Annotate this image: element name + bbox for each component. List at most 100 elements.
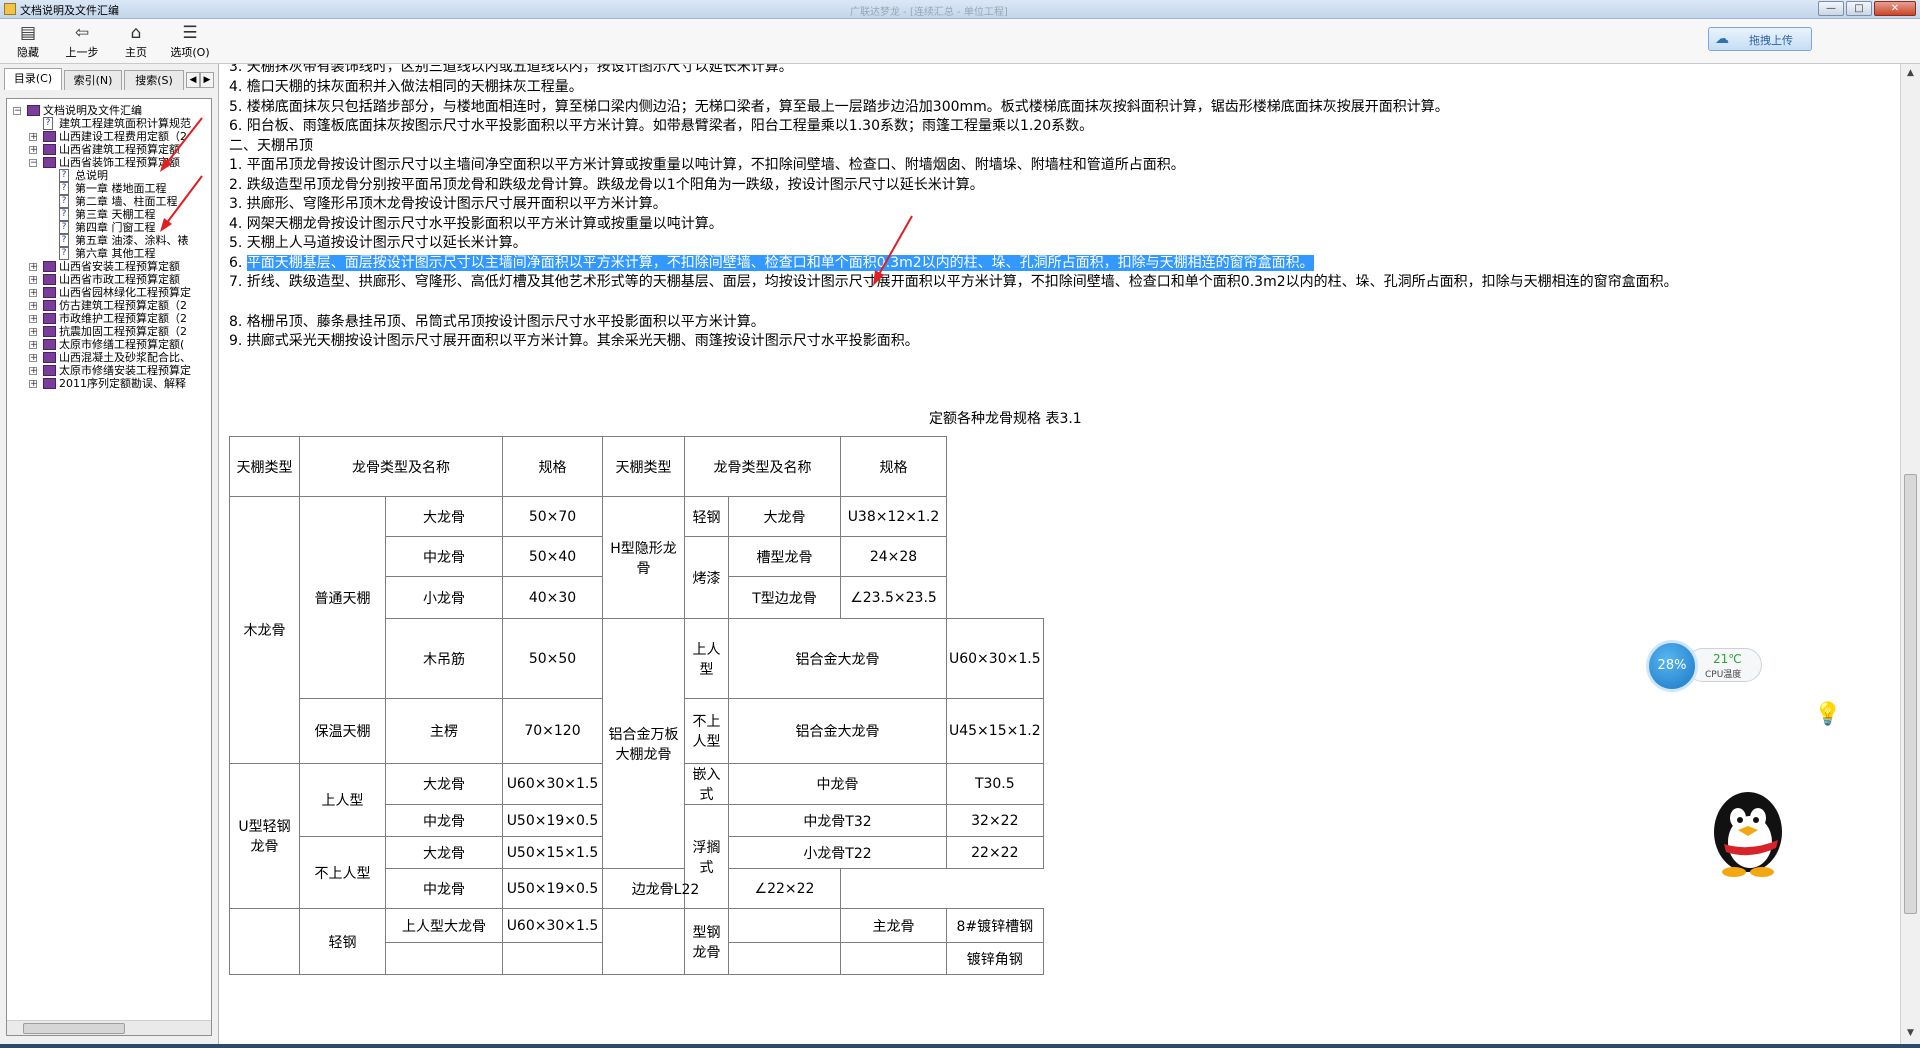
cpu-temp-label: CPU温度 (1705, 670, 1742, 680)
book-icon (43, 313, 56, 324)
table-cell: T型边龙骨 (728, 576, 841, 619)
hide-icon: ▤ (19, 23, 37, 43)
tab-scroll-left-icon[interactable]: ◀ (186, 72, 200, 88)
options-label: 选项(O) (170, 46, 210, 59)
table-cell: 大龙骨 (385, 763, 503, 805)
expand-icon[interactable]: + (29, 263, 38, 272)
collapse-icon[interactable]: − (29, 159, 38, 168)
keel-spec-table: 天棚类型 龙骨类型及名称 规格 天棚类型 龙骨类型及名称 规格 木龙骨 普通天棚… (229, 436, 1044, 975)
scroll-thumb[interactable] (1904, 474, 1917, 914)
expand-icon[interactable]: + (29, 367, 38, 376)
text-line: 5. 天棚上人马道按设计图示尺寸以延长米计算。 (229, 235, 527, 251)
options-button[interactable]: ☰ 选项(O) (164, 22, 216, 62)
selected-text[interactable]: 平面天棚基层、面层按设计图示尺寸以主墙间净面积以平方米计算，不扣除间壁墙、检查口… (246, 255, 1314, 271)
cpu-usage-badge: 28% (1646, 640, 1698, 692)
tree-horizontal-scrollbar[interactable] (7, 1020, 211, 1035)
table-cell: 保温天棚 (299, 698, 386, 764)
table-cell: 50×70 (502, 496, 603, 537)
table-cell: 轻钢 (299, 908, 386, 975)
tree-scroll-thumb[interactable] (23, 1023, 125, 1034)
expand-icon[interactable]: + (29, 354, 38, 363)
table-cell: 轻钢 (684, 496, 729, 537)
table-cell: U50×19×0.5 (502, 868, 603, 909)
home-button[interactable]: ⌂ 主页 (110, 22, 162, 62)
table-cell: ∠23.5×23.5 (840, 576, 947, 619)
options-icon: ☰ (182, 23, 198, 43)
table-cell: 大龙骨 (385, 496, 503, 537)
drag-upload-button[interactable]: ☁ 拖拽上传 (1708, 27, 1812, 51)
scroll-up-icon[interactable]: ▲ (1904, 66, 1917, 80)
table-cell (229, 908, 300, 975)
red-arrow-annotation-icon (160, 117, 203, 232)
table-cell: U60×30×1.5 (946, 618, 1044, 699)
tab-search[interactable]: 搜索(S) (124, 70, 184, 90)
table-cell: 木吊筋 (385, 618, 503, 699)
highlighted-line: 6. 平面天棚基层、面层按设计图示尺寸以主墙间净面积以平方米计算，不扣除间壁墙、… (229, 254, 1314, 272)
window-title: 文档说明及文件汇编 (20, 4, 119, 17)
close-button[interactable]: ✕ (1874, 1, 1916, 16)
text-line: 7. 折线、跌级造型、拱廊形、穹隆形、高低灯槽及其他艺术形式等的天棚基层、面层，… (229, 274, 1678, 290)
table-cell (602, 908, 685, 975)
cpu-monitor-widget[interactable]: 21℃ CPU温度 28% (1646, 640, 1762, 692)
minimize-button[interactable]: — (1818, 1, 1844, 16)
table-cell (728, 908, 841, 943)
table-cell: U型轻钢龙骨 (229, 763, 300, 909)
home-icon: ⌂ (130, 23, 142, 43)
expand-icon[interactable]: + (29, 146, 38, 155)
table-cell: 32×22 (946, 804, 1044, 837)
table-cell: 40×30 (502, 576, 603, 619)
table-cell: U38×12×1.2 (840, 496, 947, 537)
table-header: 天棚类型 (602, 436, 685, 497)
table-cell: U60×30×1.5 (502, 908, 603, 943)
expand-icon[interactable]: + (29, 380, 38, 389)
app-icon (4, 3, 16, 15)
table-cell: 上人型 (684, 618, 729, 699)
qq-penguin-icon[interactable] (1700, 786, 1796, 878)
table-cell: 不上人型 (684, 698, 729, 764)
book-icon (43, 144, 56, 155)
tab-scroll-right-icon[interactable]: ▶ (200, 72, 214, 88)
table-cell: 8#镀锌槽钢 (946, 908, 1044, 943)
table-cell: U50×19×0.5 (502, 804, 603, 837)
book-icon (43, 274, 56, 285)
table-cell: 22×22 (946, 836, 1044, 869)
scroll-down-icon[interactable]: ▼ (1904, 1026, 1917, 1040)
background-window-title: 广联达梦龙 - [连续汇总 - 单位工程] (850, 7, 1008, 18)
table-cell: 不上人型 (299, 836, 386, 909)
lightbulb-icon[interactable]: 💡 (1814, 702, 1841, 732)
collapse-icon[interactable]: − (13, 107, 22, 116)
expand-icon[interactable]: + (29, 276, 38, 285)
table-cell: 中龙骨 (385, 536, 503, 577)
expand-icon[interactable]: + (29, 289, 38, 298)
maximize-button[interactable]: □ (1846, 1, 1872, 16)
table-cell: 主楞 (385, 698, 503, 764)
text-line: 6. 阳台板、雨篷板底面抹灰按图示尺寸水平投影面积以平方米计算。如带悬臂梁者，阳… (229, 118, 1094, 134)
expand-icon[interactable]: + (29, 328, 38, 337)
table-cell (728, 942, 841, 975)
back-icon: ⇦ (74, 23, 90, 43)
table-cell: 铝合金万板大棚龙骨 (602, 618, 685, 869)
table-cell: 中龙骨 (385, 868, 503, 909)
table-header: 天棚类型 (229, 436, 300, 497)
text-line: 3. 拱廊形、穹隆形吊顶木龙骨按设计图示尺寸展开面积以平方米计算。 (229, 196, 667, 212)
expand-icon[interactable]: + (29, 133, 38, 142)
expand-icon[interactable]: + (29, 302, 38, 311)
tab-contents[interactable]: 目录(C) (4, 68, 62, 90)
hide-button[interactable]: ▤ 隐藏 (2, 22, 54, 62)
table-cell: 中龙骨 (385, 804, 503, 837)
back-button[interactable]: ⇦ 上一步 (56, 22, 108, 62)
book-icon (43, 352, 56, 363)
tab-index[interactable]: 索引(N) (64, 70, 122, 90)
table-cell: H型隐形龙骨 (602, 496, 685, 619)
text-line: 9. 拱廊式采光天棚按设计图示尺寸展开面积以平方米计算。其余采光天棚、雨篷按设计… (229, 333, 919, 349)
table-cell: ∠22×22 (728, 868, 841, 909)
expand-icon[interactable]: + (29, 315, 38, 324)
table-cell: 主龙骨 (840, 908, 947, 943)
table-cell: 50×40 (502, 536, 603, 577)
expand-icon[interactable]: + (29, 341, 38, 350)
book-icon (43, 131, 56, 142)
table-cell: T30.5 (946, 763, 1044, 805)
taskbar (0, 1044, 1920, 1048)
vertical-scrollbar[interactable]: ▲ ▼ (1900, 64, 1920, 1044)
book-icon (43, 287, 56, 298)
